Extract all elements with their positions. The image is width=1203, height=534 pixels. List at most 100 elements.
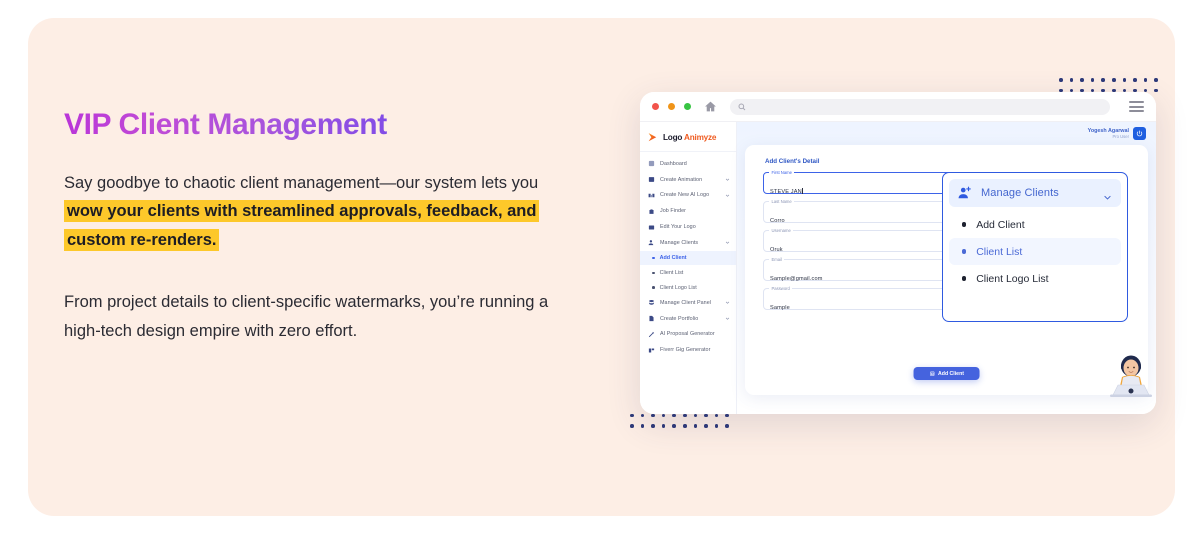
- field-value: Sample: [770, 305, 790, 311]
- dropdown-item-label: Client List: [976, 245, 1023, 258]
- save-icon: [929, 371, 934, 376]
- brand-name-part1: Logo: [663, 133, 683, 142]
- user-account-area[interactable]: Yogesh Agarwal Pro User: [745, 127, 1148, 140]
- sidebar-nav: Dashboard Create Animation Create New AI…: [640, 152, 736, 358]
- add-client-panel: Add Client's Detail First Name STEVE JAN…: [745, 145, 1152, 397]
- chevron-down-icon: [725, 240, 730, 245]
- brand-logo[interactable]: Logo Animyze: [640, 128, 736, 152]
- sidebar-label: Client Logo List: [659, 284, 697, 291]
- bullet-icon: [652, 286, 655, 289]
- sidebar-label: AI Proposal Generator: [660, 331, 715, 338]
- sidebar-item-job-finder[interactable]: Job Finder: [640, 203, 736, 219]
- browser-window: Logo Animyze Dashboard Create Animation …: [640, 92, 1156, 414]
- promo-card: VIP Client Management Say goodbye to cha…: [28, 18, 1175, 516]
- persona-illustration-icon: [1108, 349, 1154, 399]
- bullet-icon: [652, 271, 655, 275]
- dropdown-item-client-list[interactable]: Client List: [949, 238, 1121, 265]
- promo-paragraph-1: Say goodbye to chaotic client management…: [64, 169, 554, 254]
- pen-icon: [648, 331, 655, 338]
- user-role-badge: Pro User: [1112, 134, 1129, 140]
- sidebar-item-create-portfolio[interactable]: Create Portfolio: [640, 311, 736, 327]
- page-title: VIP Client Management: [64, 108, 554, 141]
- hamburger-icon[interactable]: [1129, 101, 1144, 112]
- brand-name-part2: Animyze: [684, 133, 717, 142]
- dashboard-icon: [648, 160, 655, 167]
- logo-mark-icon: [647, 131, 660, 144]
- sidebar-label: Add Client: [659, 255, 687, 262]
- sidebar-label: Create Animation: [660, 176, 703, 183]
- sidebar-item-manage-client-panel[interactable]: Manage Client Panel: [640, 295, 736, 311]
- sidebar-item-create-animation[interactable]: Create Animation: [640, 172, 736, 188]
- promo-copy-column: VIP Client Management Say goodbye to cha…: [64, 108, 554, 345]
- sidebar-item-create-new-ai-logo[interactable]: Create New AI Logo: [640, 188, 736, 204]
- power-icon[interactable]: [1133, 127, 1146, 140]
- sidebar-subitem-add-client[interactable]: Add Client: [640, 250, 736, 266]
- home-icon[interactable]: [704, 100, 717, 113]
- sidebar-item-dashboard[interactable]: Dashboard: [640, 156, 736, 172]
- search-input[interactable]: [730, 98, 1110, 115]
- add-user-icon: [958, 186, 972, 200]
- field-label: Last Name: [769, 198, 795, 204]
- add-client-button-label: Add Client: [938, 370, 964, 377]
- dropdown-item-label: Add Client: [976, 218, 1025, 231]
- search-icon: [738, 103, 746, 110]
- promo-paragraph-1-text: Say goodbye to chaotic client management…: [64, 174, 539, 192]
- brand-name: Logo Animyze: [663, 133, 716, 142]
- traffic-light-maximize[interactable]: [684, 103, 691, 110]
- field-value: Oruk: [770, 247, 783, 253]
- form-title: Add Client's Detail: [765, 158, 820, 165]
- promo-paragraph-2: From project details to client-specific …: [64, 293, 549, 340]
- sidebar-label: Manage Clients: [660, 239, 699, 246]
- bullet-icon: [962, 249, 967, 254]
- chevron-down-icon: [725, 193, 730, 198]
- bullet-icon: [962, 276, 967, 281]
- chevron-down-icon: [725, 177, 730, 182]
- dropdown-header-label: Manage Clients: [981, 187, 1059, 199]
- sidebar-label: Fiverr Gig Generator: [660, 347, 711, 354]
- field-label: Email: [769, 256, 785, 262]
- panel-icon: [648, 299, 655, 306]
- chevron-down-icon: [725, 316, 730, 321]
- sidebar-subitem-client-logo-list[interactable]: Client Logo List: [640, 280, 736, 295]
- sidebar-item-edit-your-logo[interactable]: Edit Your Logo: [640, 219, 736, 235]
- manage-clients-dropdown: Manage Clients Add Client Client List Cl…: [942, 172, 1128, 322]
- sidebar-label: Client List: [659, 269, 684, 276]
- user-name: Yogesh Agarwal: [1087, 127, 1129, 134]
- sidebar-label: Job Finder: [660, 208, 686, 215]
- traffic-light-close[interactable]: [652, 103, 659, 110]
- sidebar-label: Create Portfolio: [660, 315, 699, 322]
- sidebar-label: Manage Client Panel: [660, 299, 711, 306]
- sidebar-item-ai-proposal-generator[interactable]: AI Proposal Generator: [640, 327, 736, 343]
- manage-clients-icon: [648, 239, 655, 246]
- field-value: Corro: [770, 218, 785, 224]
- sidebar-label: Edit Your Logo: [660, 224, 696, 231]
- sidebar-subitem-client-list[interactable]: Client List: [640, 265, 736, 280]
- dropdown-item-label: Client Logo List: [976, 272, 1049, 285]
- gig-icon: [648, 347, 655, 354]
- app-sidebar: Logo Animyze Dashboard Create Animation …: [640, 122, 737, 414]
- portfolio-icon: [648, 315, 655, 322]
- app-main-content: Yogesh Agarwal Pro User Add Client's Det…: [737, 122, 1156, 414]
- field-label: Password: [769, 285, 793, 291]
- dropdown-item-add-client[interactable]: Add Client: [949, 211, 1121, 238]
- field-value: STEVE JAN: [770, 189, 802, 195]
- chevron-down-icon: [725, 300, 730, 305]
- text-caret: [802, 188, 804, 194]
- field-label: First Name: [769, 169, 795, 175]
- field-label: Username: [769, 227, 794, 233]
- user-meta: Yogesh Agarwal Pro User: [1088, 128, 1129, 140]
- app-body: Logo Animyze Dashboard Create Animation …: [640, 122, 1156, 414]
- dropdown-item-client-logo-list[interactable]: Client Logo List: [949, 265, 1121, 292]
- edit-image-icon: [648, 224, 655, 231]
- traffic-light-minimize[interactable]: [668, 103, 675, 110]
- bullet-icon: [962, 222, 967, 227]
- animation-icon: [648, 176, 655, 183]
- dropdown-header[interactable]: Manage Clients: [949, 179, 1121, 207]
- sidebar-item-manage-clients[interactable]: Manage Clients: [640, 235, 736, 251]
- decorative-dots-top-right: [1059, 78, 1158, 93]
- promo-highlight-text: wow your clients with streamlined approv…: [64, 200, 540, 251]
- chevron-down-icon[interactable]: [1103, 189, 1112, 200]
- add-client-button[interactable]: Add Client: [913, 367, 980, 380]
- sidebar-item-fiverr-gig-generator[interactable]: Fiverr Gig Generator: [640, 342, 736, 358]
- briefcase-icon: [648, 208, 655, 215]
